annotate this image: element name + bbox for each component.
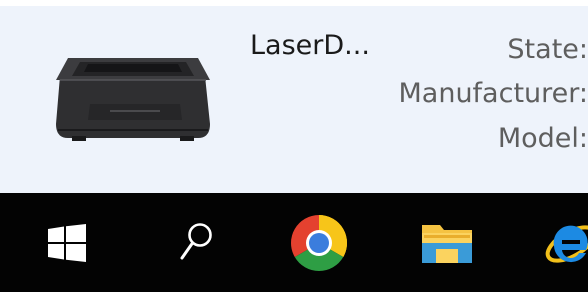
file-explorer-taskbar-button[interactable]: [390, 193, 500, 292]
device-name: LaserD...: [250, 30, 370, 61]
model-label: Model:: [497, 123, 588, 154]
start-button[interactable]: [20, 193, 130, 292]
search-icon: [180, 223, 212, 260]
search-button[interactable]: [140, 193, 250, 292]
details-pane: LaserD... State: Manufacturer: Model:: [0, 0, 588, 193]
printer-icon: [56, 58, 210, 141]
internet-explorer-icon: [545, 225, 588, 263]
chrome-icon: [290, 215, 348, 272]
manufacturer-label: Manufacturer:: [398, 78, 588, 109]
internet-explorer-taskbar-button[interactable]: [520, 193, 588, 292]
windows-start-icon: [48, 224, 86, 262]
file-explorer-icon: [422, 225, 472, 263]
state-label: State:: [507, 34, 588, 65]
chrome-taskbar-button[interactable]: [265, 193, 375, 292]
taskbar: [0, 193, 588, 292]
